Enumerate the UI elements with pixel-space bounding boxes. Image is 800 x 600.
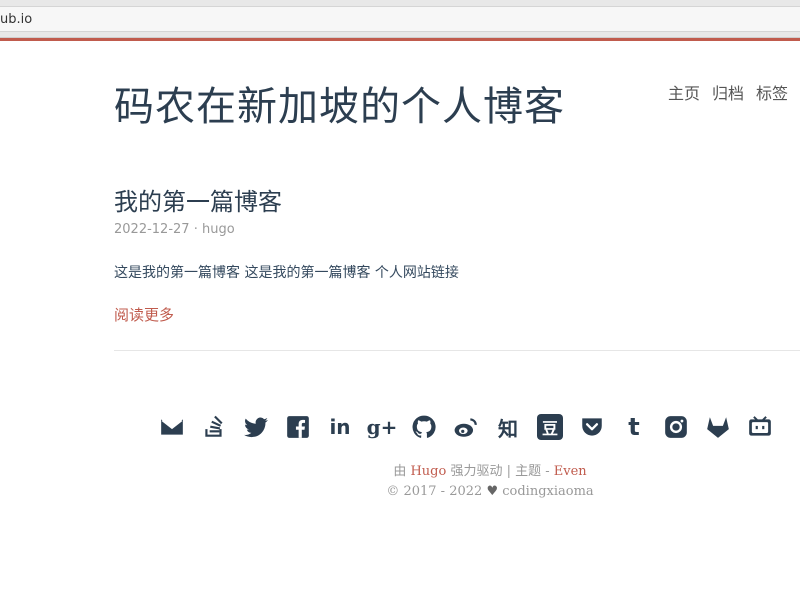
main-nav: 主页 归档 标签	[668, 80, 788, 104]
pocket-icon[interactable]	[577, 412, 607, 442]
google-plus-icon[interactable]: g+	[366, 412, 398, 442]
twitter-icon[interactable]	[241, 412, 271, 442]
theme-link[interactable]: Even	[554, 464, 587, 479]
douban-icon[interactable]: 豆	[535, 412, 565, 442]
read-more-link[interactable]: 阅读更多	[114, 304, 174, 325]
tumblr-glyph: t	[628, 413, 640, 441]
copyright-author: codingxiaoma	[502, 484, 594, 499]
post-meta: 2022-12-27 · hugo	[114, 222, 235, 237]
powered-by: 由 Hugo 强力驱动 | 主题 - Even	[0, 460, 800, 479]
nav-item-archives[interactable]: 归档	[712, 80, 744, 104]
page-top-border	[0, 38, 800, 41]
powered-mid: 强力驱动 | 主题 -	[450, 464, 550, 479]
nav-item-tags[interactable]: 标签	[756, 80, 788, 104]
stack-overflow-icon[interactable]	[199, 412, 229, 442]
copyright-years: © 2017 - 2022	[386, 484, 483, 499]
nav-item-home[interactable]: 主页	[668, 80, 700, 104]
heart-icon: ♥	[486, 484, 499, 499]
post-divider	[114, 350, 800, 351]
meta-separator: ·	[193, 222, 198, 237]
hugo-link[interactable]: Hugo	[410, 464, 446, 479]
bilibili-icon[interactable]	[745, 412, 775, 442]
facebook-icon[interactable]	[283, 412, 313, 442]
address-bar[interactable]: ub.io	[0, 6, 800, 32]
gitlab-icon[interactable]	[703, 412, 733, 442]
zhihu-glyph: 知	[498, 416, 518, 441]
weibo-icon[interactable]	[451, 412, 481, 442]
email-icon[interactable]	[157, 412, 187, 442]
douban-glyph: 豆	[537, 414, 563, 440]
post-author: hugo	[201, 222, 235, 237]
zhihu-icon[interactable]: 知	[493, 412, 523, 442]
site-title[interactable]: 码农在新加坡的个人博客	[114, 74, 565, 132]
powered-prefix: 由	[393, 464, 407, 479]
social-links: in g+ 知 豆 t	[157, 412, 775, 442]
tumblr-icon[interactable]: t	[619, 412, 649, 442]
google-plus-glyph: g+	[366, 415, 398, 439]
instagram-icon[interactable]	[661, 412, 691, 442]
address-text[interactable]: ub.io	[0, 12, 32, 27]
linkedin-glyph: in	[329, 415, 351, 439]
browser-toolbar: ub.io	[0, 0, 800, 38]
copyright: © 2017 - 2022 ♥ codingxiaoma	[0, 484, 800, 499]
post-title[interactable]: 我的第一篇博客	[114, 182, 282, 217]
github-icon[interactable]	[409, 412, 439, 442]
linkedin-icon[interactable]: in	[325, 412, 355, 442]
post-date: 2022-12-27	[114, 222, 190, 237]
post-summary: 这是我的第一篇博客 这是我的第一篇博客 个人网站链接	[114, 265, 459, 281]
